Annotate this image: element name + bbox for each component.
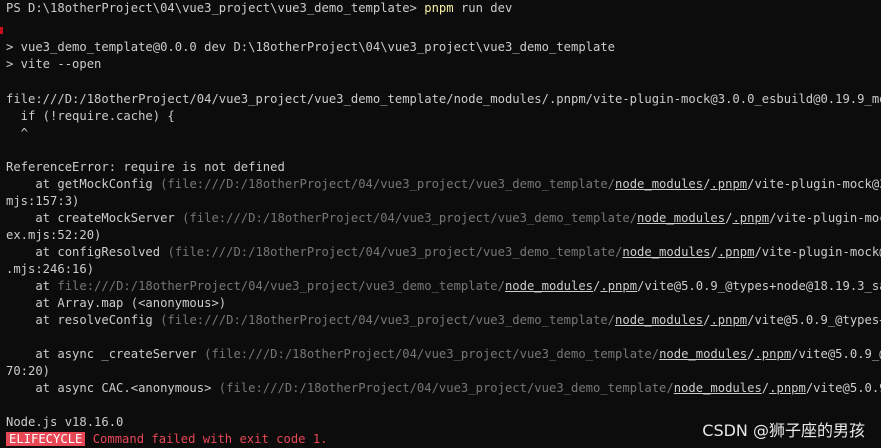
code-line: if (!require.cache) { (6, 109, 175, 123)
stack-wrap: 70:20) (6, 364, 51, 378)
script-line-2: > vite --open (6, 57, 102, 71)
stack-frame: at getMockConfig (file:///D:/18otherProj… (6, 177, 881, 191)
node-version: Node.js v18.16.0 (6, 415, 124, 429)
terminal-window[interactable]: PS D:\18otherProject\04\vue3_project\vue… (0, 0, 881, 448)
stack-wrap: .mjs:246:16) (6, 262, 95, 276)
stack-frame: at async CAC.<anonymous> (file:///D:/18o… (6, 381, 881, 395)
stack-frame: at resolveConfig (file:///D:/18otherProj… (6, 313, 881, 327)
error-line: ReferenceError: require is not defined (6, 160, 285, 174)
stack-frame: at Array.map (<anonymous>) (6, 296, 227, 310)
command-args: run dev (453, 1, 513, 15)
stack-wrap: mjs:157:3) (6, 194, 80, 208)
stack-frame: at createMockServer (file:///D:/18otherP… (6, 211, 881, 225)
command-name: pnpm (424, 1, 454, 15)
failure-line: ELIFECYCLE Command failed with exit code… (6, 431, 328, 448)
failure-message: Command failed with exit code 1. (85, 432, 328, 446)
watermark: CSDN @狮子座的男孩 (702, 421, 865, 440)
caret-line: ^ (6, 126, 29, 140)
stack-frame: at configResolved (file:///D:/18otherPro… (6, 245, 881, 259)
prompt-line: PS D:\18otherProject\04\vue3_project\vue… (6, 0, 512, 17)
file-line: file:///D:/18otherProject/04/vue3_projec… (6, 92, 881, 106)
script-line-1: > vue3_demo_template@0.0.0 dev D:\18othe… (6, 40, 616, 54)
error-marker (0, 27, 3, 34)
stack-frame: at file:///D:/18otherProject/04/vue3_pro… (6, 279, 881, 293)
stack-frame: at async _createServer (file:///D:/18oth… (6, 347, 881, 361)
elifecycle-badge: ELIFECYCLE (6, 432, 86, 446)
stack-wrap: ex.mjs:52:20) (6, 228, 102, 242)
prompt-path: PS D:\18otherProject\04\vue3_project\vue… (6, 1, 425, 15)
